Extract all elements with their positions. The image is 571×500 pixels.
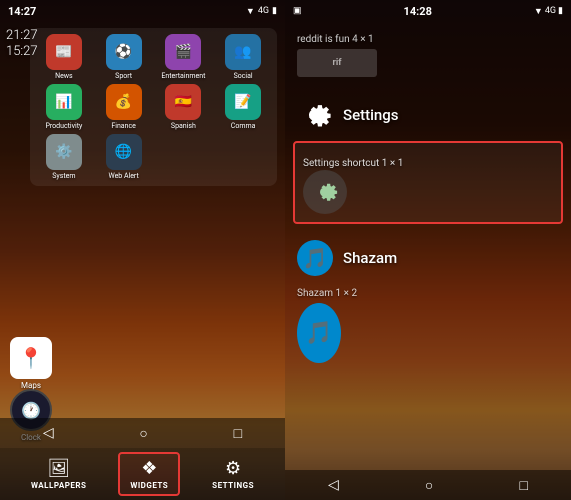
signal-icon: ▼ <box>246 6 255 17</box>
app-system[interactable]: ⚙️ System <box>36 134 92 180</box>
right-network-icon: 4G <box>545 6 556 16</box>
dock-settings-icon: ⚙ <box>225 458 241 479</box>
settings-large-gear-icon <box>297 97 333 133</box>
dock-widgets[interactable]: ❖ WIDGETS <box>118 452 180 496</box>
maps-app-icon: 📍 <box>10 337 52 379</box>
widget-list[interactable]: reddit is fun 4 × 1 rif Settings Setting… <box>285 22 571 470</box>
settings-shortcut-icon[interactable] <box>303 170 347 214</box>
app-webalert[interactable]: 🌐 Web Alert <box>96 134 152 180</box>
maps-app[interactable]: 📍 Maps <box>10 337 52 390</box>
app-webalert-label: Web Alert <box>108 172 138 180</box>
back-button-right[interactable]: ◁ <box>328 477 339 493</box>
app-finance-icon: 💰 <box>106 84 142 120</box>
photo-icon: ▣ <box>293 6 302 16</box>
app-spanish-label: Spanish <box>171 122 196 130</box>
status-bar-right: ▣ 14:28 ▼ 4G ▮ <box>285 0 571 22</box>
settings-app-name: Settings <box>343 106 399 124</box>
right-status-icons: ▼ 4G ▮ <box>534 6 563 17</box>
app-productivity-label: Productivity <box>45 122 82 130</box>
app-social-icon: 👥 <box>225 34 261 70</box>
battery-icon: ▮ <box>272 6 277 16</box>
app-spanish[interactable]: 🇪🇸 Spanish <box>156 84 212 130</box>
app-news-icon: 📰 <box>46 34 82 70</box>
app-comma[interactable]: 📝 Comma <box>215 84 271 130</box>
shazam-app-icon: 🎵 <box>297 240 333 276</box>
shazam-app-name: Shazam <box>343 249 397 267</box>
right-time: 14:28 <box>404 5 432 18</box>
app-social-label: Social <box>234 72 253 80</box>
status-bar-left: 14:27 ▼ 4G ▮ <box>0 0 285 22</box>
network-icon: 4G <box>258 6 269 16</box>
dock-settings-label: SETTINGS <box>212 481 254 490</box>
widgets-label: WIDGETS <box>130 481 168 490</box>
dock-settings[interactable]: ⚙ SETTINGS <box>202 454 264 494</box>
settings-shortcut-label: Settings shortcut 1 × 1 <box>303 158 403 169</box>
left-status-icons: ▼ 4G ▮ <box>246 6 277 17</box>
nav-bar-left: ◁ ○ □ <box>0 418 285 448</box>
app-news-label: News <box>55 72 73 80</box>
app-news[interactable]: 📰 News <box>36 34 92 80</box>
shazam-widget-label: Shazam 1 × 2 <box>297 288 559 299</box>
left-time: 14:27 <box>8 5 36 18</box>
recent-button-right[interactable]: □ <box>519 477 527 494</box>
nav-bar-right: ◁ ○ □ <box>285 470 571 500</box>
shazam-widget-preview[interactable]: 🎵 <box>297 303 341 363</box>
right-panel: ▣ 14:28 ▼ 4G ▮ reddit is fun 4 × 1 rif <box>285 0 571 500</box>
wallpapers-icon: 🖼 <box>47 458 70 479</box>
shazam-preview-row: Shazam 1 × 2 🎵 <box>285 284 571 371</box>
right-battery-icon: ▮ <box>558 6 563 16</box>
shazam-header: 🎵 Shazam <box>285 232 571 284</box>
reddit-preview-thumb[interactable]: rif <box>297 49 377 77</box>
widgets-icon: ❖ <box>141 458 157 479</box>
bottom-dock: 🖼 WALLPAPERS ❖ WIDGETS ⚙ SETTINGS <box>0 448 285 500</box>
app-entertainment[interactable]: 🎬 Entertainment <box>156 34 212 80</box>
recent-button-left[interactable]: □ <box>234 425 242 442</box>
reddit-thumb-text: rif <box>333 58 342 68</box>
dock-wallpapers[interactable]: 🖼 WALLPAPERS <box>21 454 96 494</box>
app-entertainment-icon: 🎬 <box>165 34 201 70</box>
app-finance-label: Finance <box>111 122 136 130</box>
app-system-icon: ⚙️ <box>46 134 82 170</box>
settings-header: Settings <box>285 89 571 141</box>
app-productivity-icon: 📊 <box>46 84 82 120</box>
home-button-right[interactable]: ○ <box>425 477 433 494</box>
app-sport-icon: ⚽ <box>106 34 142 70</box>
app-comma-icon: 📝 <box>225 84 261 120</box>
settings-shortcut-gear-icon <box>311 178 339 206</box>
wallpapers-label: WALLPAPERS <box>31 481 86 490</box>
app-spanish-icon: 🇪🇸 <box>165 84 201 120</box>
status-bar-right-left: ▣ <box>293 6 302 16</box>
right-signal-icon: ▼ <box>534 6 543 17</box>
app-webalert-icon: 🌐 <box>106 134 142 170</box>
left-panel: 14:27 ▼ 4G ▮ 21:27 15:27 📰 News ⚽ Sport … <box>0 0 285 500</box>
app-sport[interactable]: ⚽ Sport <box>96 34 152 80</box>
app-grid-container: 📰 News ⚽ Sport 🎬 Entertainment 👥 Social … <box>30 28 277 186</box>
reddit-widget-label: reddit is fun 4 × 1 <box>297 34 559 45</box>
app-comma-label: Comma <box>231 122 256 130</box>
app-sport-label: Sport <box>115 72 132 80</box>
reddit-preview-row: reddit is fun 4 × 1 rif <box>285 30 571 85</box>
app-grid: 📰 News ⚽ Sport 🎬 Entertainment 👥 Social … <box>36 34 271 180</box>
app-productivity[interactable]: 📊 Productivity <box>36 84 92 130</box>
home-button-left[interactable]: ○ <box>139 425 147 442</box>
reddit-section: reddit is fun 4 × 1 rif <box>285 30 571 85</box>
back-button-left[interactable]: ◁ <box>43 425 54 441</box>
app-social[interactable]: 👥 Social <box>215 34 271 80</box>
shazam-section: 🎵 Shazam Shazam 1 × 2 🎵 <box>285 232 571 371</box>
app-system-label: System <box>52 172 75 180</box>
app-finance[interactable]: 💰 Finance <box>96 84 152 130</box>
settings-shortcut-box[interactable]: Settings shortcut 1 × 1 <box>293 141 563 224</box>
app-entertainment-label: Entertainment <box>161 72 205 80</box>
settings-section: Settings Settings shortcut 1 × 1 <box>285 89 571 224</box>
